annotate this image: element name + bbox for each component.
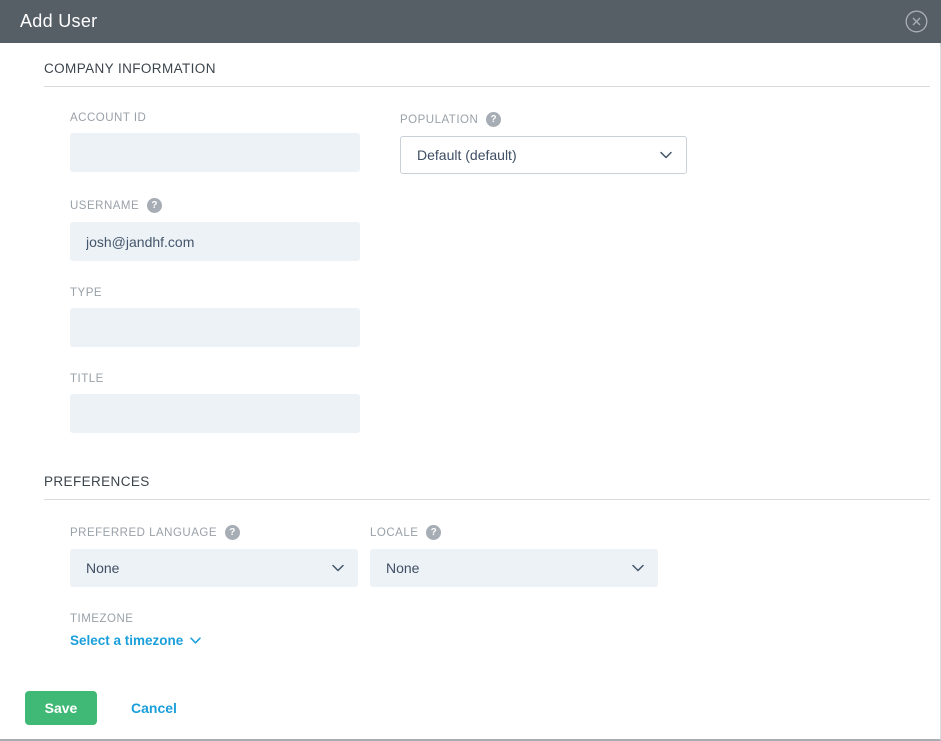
chevron-down-icon xyxy=(190,637,201,644)
save-button[interactable]: Save xyxy=(25,691,97,725)
timezone-group: TIMEZONE Select a timezone xyxy=(70,613,929,650)
population-label: POPULATION ? xyxy=(400,112,687,127)
account-id-group: ACCOUNT ID xyxy=(70,112,360,172)
username-label: USERNAME ? xyxy=(70,198,360,213)
type-group: TYPE xyxy=(70,287,360,347)
type-label: TYPE xyxy=(70,287,360,299)
preferences-form-area: PREFERRED LANGUAGE ? None LOCALE xyxy=(44,500,929,650)
company-form-area: ACCOUNT ID USERNAME ? xyxy=(44,87,929,433)
title-label: TITLE xyxy=(70,373,360,385)
username-help-icon[interactable]: ? xyxy=(147,198,162,213)
account-id-label: ACCOUNT ID xyxy=(70,112,360,124)
preferred-language-help-icon[interactable]: ? xyxy=(225,525,240,540)
company-right-column: POPULATION ? Default (default) xyxy=(400,112,687,174)
account-id-input[interactable] xyxy=(70,133,360,172)
modal-header: Add User xyxy=(0,0,941,43)
chevron-down-icon xyxy=(332,564,344,572)
preferred-language-group: PREFERRED LANGUAGE ? None xyxy=(70,525,358,587)
add-user-modal: Add User COMPANY INFORMATION ACCOUNT ID xyxy=(0,0,941,741)
chevron-down-icon xyxy=(632,564,644,572)
locale-help-icon[interactable]: ? xyxy=(426,525,441,540)
population-group: POPULATION ? Default (default) xyxy=(400,112,687,174)
preferences-section: PREFERENCES PREFERRED LANGUAGE ? None xyxy=(44,474,929,650)
chevron-down-icon xyxy=(660,151,672,159)
timezone-select-link[interactable]: Select a timezone xyxy=(70,633,201,648)
preferred-language-selected-value: None xyxy=(86,560,119,576)
title-input[interactable] xyxy=(70,394,360,433)
locale-select[interactable]: None xyxy=(370,549,658,587)
company-information-heading: COMPANY INFORMATION xyxy=(44,61,930,87)
locale-selected-value: None xyxy=(386,560,419,576)
timezone-label: TIMEZONE xyxy=(70,613,929,625)
title-group: TITLE xyxy=(70,373,360,433)
population-help-icon[interactable]: ? xyxy=(486,112,501,127)
username-group: USERNAME ? xyxy=(70,198,360,261)
username-input[interactable] xyxy=(70,222,360,261)
preferred-language-select[interactable]: None xyxy=(70,549,358,587)
company-left-column: ACCOUNT ID USERNAME ? xyxy=(70,112,360,433)
type-input[interactable] xyxy=(70,308,360,347)
population-select[interactable]: Default (default) xyxy=(400,136,687,174)
population-selected-value: Default (default) xyxy=(417,147,517,163)
preferred-language-label: PREFERRED LANGUAGE ? xyxy=(70,525,358,540)
locale-label: LOCALE ? xyxy=(370,525,658,540)
preferences-heading: PREFERENCES xyxy=(44,474,930,500)
page-title: Add User xyxy=(20,11,97,32)
close-button[interactable] xyxy=(904,10,928,34)
company-information-section: COMPANY INFORMATION ACCOUNT ID xyxy=(44,61,929,433)
modal-body: COMPANY INFORMATION ACCOUNT ID xyxy=(0,43,941,741)
locale-group: LOCALE ? None xyxy=(370,525,658,587)
close-icon xyxy=(905,10,928,33)
actions-row: Save Cancel xyxy=(25,691,940,725)
cancel-button[interactable]: Cancel xyxy=(131,700,177,716)
